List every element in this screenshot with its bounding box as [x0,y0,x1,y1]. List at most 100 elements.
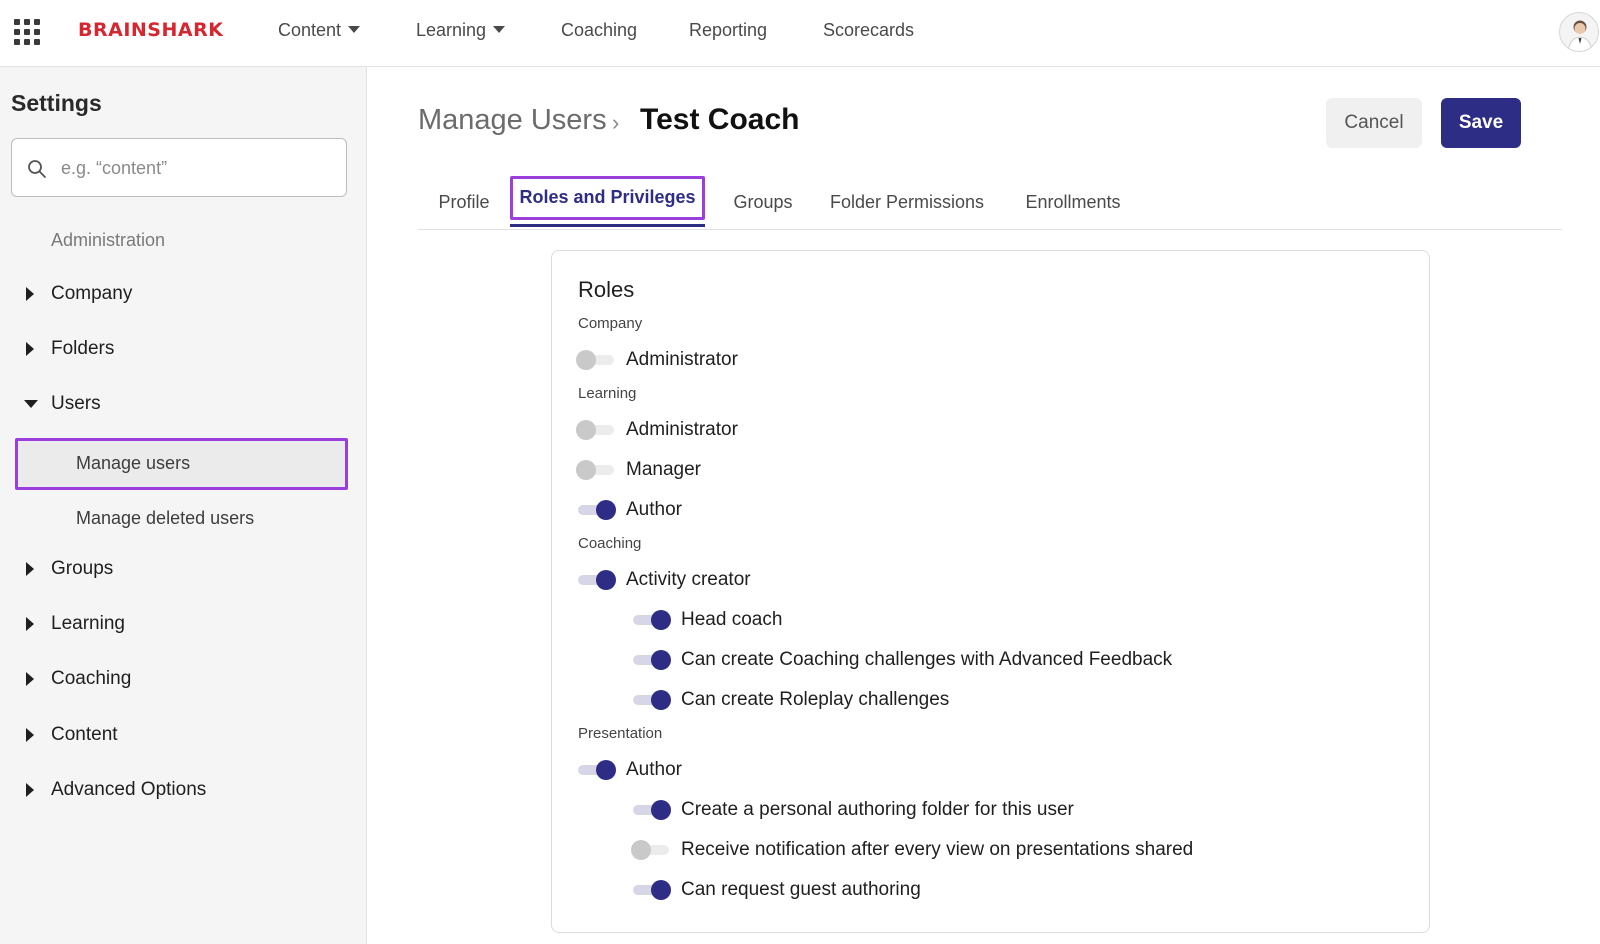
search-icon [28,160,46,178]
role-row: Receive notification after every view on… [631,835,1193,865]
role-toggle[interactable] [576,458,616,482]
sidebar-item-label: Folders [51,338,115,359]
role-toggle[interactable] [576,568,616,592]
chevron-right-icon [26,562,34,576]
chevron-right-icon [26,672,34,686]
role-row: Can request guest authoring [631,875,921,905]
role-row: Manager [576,455,701,485]
user-tabs: Profile Roles and Privileges Groups Fold… [418,174,1562,230]
role-label: Author [626,499,682,520]
role-label: Activity creator [626,569,751,590]
sidebar-item-label: Groups [51,558,114,579]
role-label: Can request guest authoring [681,879,921,900]
role-label: Head coach [681,609,783,630]
nav-reporting[interactable]: Reporting [689,20,767,41]
role-row: Author [576,755,682,785]
role-row: Create a personal authoring folder for t… [631,795,1074,825]
nav-coaching[interactable]: Coaching [561,20,637,41]
role-label: Manager [626,459,701,480]
role-toggle[interactable] [631,798,671,822]
role-toggle[interactable] [631,838,671,862]
role-toggle[interactable] [576,498,616,522]
nav-content-menu[interactable]: Content [278,20,361,41]
brand-logo[interactable]: BRAINSHARK [78,19,223,41]
avatar-person-icon [1567,20,1593,51]
sidebar-item-label: Company [51,283,133,304]
role-toggle[interactable] [576,348,616,372]
role-group-presentation: Presentation [578,725,663,742]
breadcrumb-separator: › [612,110,620,135]
page-title: Test Coach [640,103,800,136]
role-label: Receive notification after every view on… [681,839,1194,860]
role-row: Activity creator [576,565,751,595]
active-tab-highlight [510,176,705,220]
tab-groups[interactable]: Groups [713,174,813,230]
nav-learning-menu[interactable]: Learning [416,20,506,41]
sidebar-item-label: Users [51,393,101,414]
sidebar-item-advanced-options[interactable]: Advanced Options [0,770,367,810]
sidebar-title: Settings [11,90,102,116]
caret-down-icon [348,26,361,33]
role-row: Administrator [576,415,738,445]
sidebar-subitem-manage-users[interactable]: Manage users [15,438,348,490]
chevron-down-icon [24,400,38,408]
role-label: Create a personal authoring folder for t… [681,799,1074,820]
sidebar-item-content[interactable]: Content [0,715,367,755]
role-group-company: Company [578,315,643,332]
role-toggle[interactable] [576,418,616,442]
apps-grid-icon[interactable] [14,19,40,45]
cancel-button[interactable]: Cancel [1326,98,1422,148]
sidebar-item-learning[interactable]: Learning [0,604,367,644]
role-label: Administrator [626,349,738,370]
role-label: Can create Roleplay challenges [681,689,950,710]
sidebar-section-administration: Administration [51,230,166,250]
chevron-right-icon [26,728,34,742]
role-toggle[interactable] [631,688,671,712]
active-tab-underline [510,224,705,227]
role-toggle[interactable] [576,758,616,782]
role-row: Administrator [576,345,738,375]
sidebar-subitem-label: Manage users [76,453,191,473]
role-group-coaching: Coaching [578,535,642,552]
role-toggle[interactable] [631,608,671,632]
role-row: Can create Coaching challenges with Adva… [631,645,1172,675]
role-row: Can create Roleplay challenges [631,685,949,715]
nav-learning-label: Learning [416,20,487,40]
user-avatar[interactable] [1559,12,1599,52]
sidebar-item-users[interactable]: Users [0,384,367,424]
tab-profile[interactable]: Profile [418,174,510,230]
search-input[interactable] [61,153,331,183]
role-row: Author [576,495,682,525]
sidebar-item-label: Advanced Options [51,779,207,800]
roles-title: Roles [578,277,635,302]
nav-content-label: Content [278,20,342,40]
sidebar-item-label: Coaching [51,668,132,689]
top-navigation-bar: BRAINSHARK Content Learning Coaching Rep… [0,0,1600,67]
chevron-right-icon [26,287,34,301]
chevron-right-icon [26,617,34,631]
role-label: Author [626,759,682,780]
sidebar-item-groups[interactable]: Groups [0,549,367,589]
role-toggle[interactable] [631,648,671,672]
role-row: Head coach [631,605,782,635]
sidebar-item-label: Learning [51,613,125,634]
sidebar-item-company[interactable]: Company [0,274,367,314]
role-group-learning: Learning [578,385,637,402]
sidebar-item-folders[interactable]: Folders [0,329,367,369]
save-button[interactable]: Save [1441,98,1521,148]
settings-search[interactable] [11,138,347,197]
nav-scorecards[interactable]: Scorecards [823,20,914,41]
role-label: Administrator [626,419,738,440]
breadcrumb-manage-users[interactable]: Manage Users [418,104,607,137]
sidebar-subitem-label: Manage deleted users [76,508,255,528]
role-toggle[interactable] [631,878,671,902]
sidebar-subitem-manage-deleted-users[interactable]: Manage deleted users [15,493,348,545]
sidebar-item-label: Content [51,724,118,745]
caret-down-icon [493,26,506,33]
sidebar-item-coaching[interactable]: Coaching [0,659,367,699]
chevron-right-icon [26,783,34,797]
tab-enrollments[interactable]: Enrollments [1008,174,1138,230]
role-label: Can create Coaching challenges with Adva… [681,649,1173,670]
tab-folder-permissions[interactable]: Folder Permissions [818,174,996,230]
chevron-right-icon [26,342,34,356]
